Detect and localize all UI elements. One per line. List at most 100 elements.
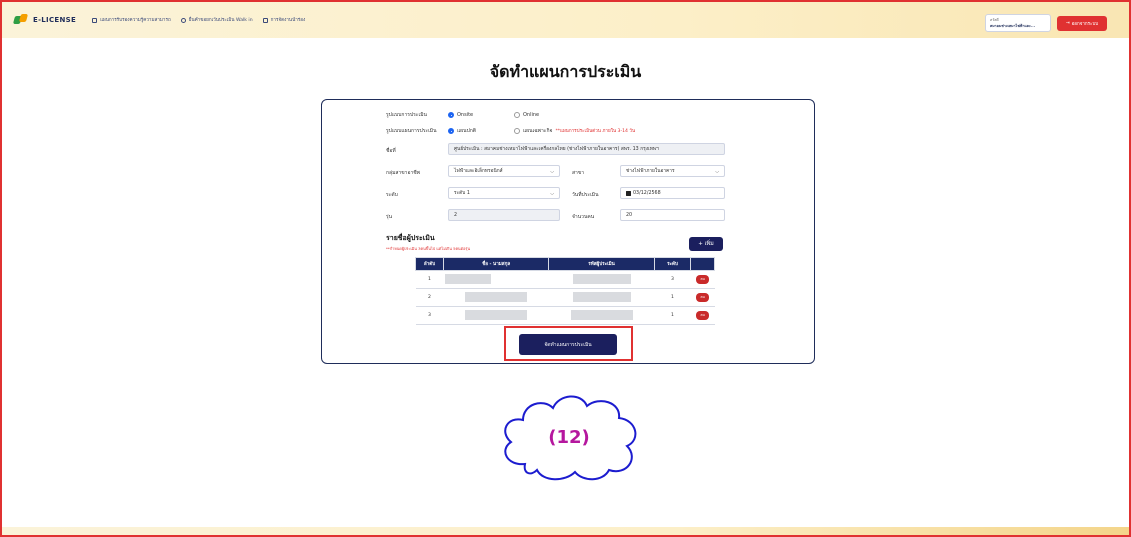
- row-action: ลบ: [690, 288, 715, 307]
- branch-select[interactable]: ช่างไฟฟ้าภายในอาคาร ⌵: [620, 165, 725, 177]
- radio-online-label: Online: [523, 112, 540, 118]
- row-no: 1: [415, 270, 444, 289]
- location-field[interactable]: ศูนย์ประเมิน : สมาคมช่างเหมาไฟฟ้าและเครื…: [448, 143, 725, 155]
- radio-onsite[interactable]: Onsite: [448, 112, 514, 118]
- row-code[interactable]: [548, 306, 655, 325]
- plan-type-note: **แผนการประเมินด่วน ภายใน 3-14 วัน: [555, 128, 636, 134]
- chevron-down-icon: ⌵: [550, 191, 554, 197]
- plan-form-card: รูปแบบการประเมิน Onsite Online รูปแบบแผน…: [321, 99, 815, 364]
- delete-button[interactable]: ลบ: [696, 311, 710, 320]
- row-level: 1: [654, 306, 691, 325]
- logout-icon: ⇥: [1065, 21, 1070, 26]
- footer-bar: [2, 527, 1129, 535]
- nav-item-label: ยื่นคำขอยกเว้นประเมิน Walk in: [188, 17, 253, 23]
- col-header-name: ชื่อ - นามสกุล: [442, 257, 550, 271]
- radio-online[interactable]: Online: [514, 112, 539, 118]
- radio-special-plan[interactable]: แผนเฉพาะกิจ: [514, 127, 552, 135]
- level-value: ระดับ 1: [454, 191, 470, 196]
- col-header-action: [690, 257, 715, 271]
- batch-row: รุ่น: [386, 213, 392, 221]
- occupation-value: ไฟฟ้าและอิเล็กทรอนิกส์: [454, 169, 503, 174]
- delete-button[interactable]: ลบ: [696, 275, 710, 284]
- col-header-code: รหัสผู้ประเมิน: [548, 257, 655, 271]
- document-icon: [92, 17, 98, 23]
- level-select[interactable]: ระดับ 1 ⌵: [448, 187, 560, 199]
- assessors-note: **กำหนดผู้ประเมิน 3คนขึ้นไป แต่ไม่เกิน 5…: [386, 246, 471, 251]
- table-header-row: ลำดับ ชื่อ - นามสกุล รหัสผู้ประเมิน ระดั…: [415, 257, 715, 271]
- calendar-icon: [262, 17, 268, 23]
- user-profile[interactable]: สวัสดี สมาคมช่างเหมาไฟฟ้าและ...: [985, 14, 1051, 32]
- plan-type-row: รูปแบบแผนการประเมิน แผนปกติ แผนเฉพาะกิจ …: [386, 127, 635, 135]
- row-name[interactable]: [443, 270, 549, 289]
- row-level: 1: [654, 288, 691, 307]
- redacted-code: [570, 309, 633, 320]
- location-label: ชื่อที่: [386, 148, 396, 154]
- radio-unchecked-icon: [514, 128, 520, 134]
- format-label: รูปแบบการประเมิน: [386, 112, 427, 118]
- location-value: ศูนย์ประเมิน : สมาคมช่างเหมาไฟฟ้าและเครื…: [454, 147, 659, 152]
- redacted-code: [572, 273, 631, 284]
- location-row: ชื่อที่: [386, 147, 396, 155]
- delete-button[interactable]: ลบ: [696, 293, 710, 302]
- occupation-row: กลุ่มสาขาอาชีพ: [386, 169, 420, 177]
- branch-label: สาขา: [572, 170, 585, 176]
- user-walk-icon: [180, 17, 186, 23]
- radio-normal-plan[interactable]: แผนปกติ: [448, 127, 514, 135]
- redacted-name: [465, 309, 528, 320]
- batch-value: 2: [454, 212, 458, 218]
- logo-text: E-LICENSE: [33, 16, 77, 24]
- callout-label: (12): [548, 426, 590, 448]
- count-row: จำนวนคน: [572, 213, 594, 221]
- level-label: ระดับ: [386, 192, 398, 198]
- redacted-name: [465, 291, 528, 302]
- row-no: 2: [415, 288, 444, 307]
- redacted-name: [445, 273, 492, 284]
- add-assessor-button[interactable]: + เพิ่ม: [689, 237, 723, 251]
- radio-checked-icon: [448, 112, 454, 118]
- nav-item-plans[interactable]: แผนการรับรองความรู้ความสามารถ: [92, 17, 171, 24]
- logout-button[interactable]: ⇥ ออกจากระบบ: [1057, 16, 1107, 31]
- batch-field[interactable]: 2: [448, 209, 560, 221]
- date-input[interactable]: 03/12/2568: [620, 187, 725, 199]
- count-input[interactable]: 20: [620, 209, 725, 221]
- assessors-title: รายชื่อผู้ประเมิน: [386, 234, 435, 242]
- nav-item-label: การจัดงานนำร่อง: [270, 17, 306, 23]
- submit-plan-button[interactable]: จัดทำแผนการประเมิน: [519, 334, 617, 355]
- main-nav: แผนการรับรองความรู้ความสามารถ ยื่นคำขอยก…: [92, 17, 315, 24]
- date-value: 03/12/2568: [633, 190, 661, 196]
- row-code[interactable]: [548, 288, 655, 307]
- table-row: 3 1 ลบ: [415, 306, 715, 325]
- col-header-level: ระดับ: [653, 257, 692, 271]
- occupation-label: กลุ่มสาขาอาชีพ: [386, 170, 420, 176]
- calendar-icon: [626, 190, 631, 196]
- table-row: 2 1 ลบ: [415, 288, 715, 307]
- nav-item-walkin[interactable]: ยื่นคำขอยกเว้นประเมิน Walk in: [180, 17, 253, 24]
- nav-item-label: แผนการรับรองความรู้ความสามารถ: [100, 17, 171, 23]
- assessors-table: ลำดับ ชื่อ - นามสกุล รหัสผู้ประเมิน ระดั…: [415, 257, 715, 325]
- chevron-down-icon: ⌵: [550, 169, 554, 175]
- occupation-select[interactable]: ไฟฟ้าและอิเล็กทรอนิกส์ ⌵: [448, 165, 560, 177]
- row-level: 3: [654, 270, 691, 289]
- col-header-no: ลำดับ: [415, 257, 444, 271]
- radio-checked-icon: [448, 128, 454, 134]
- branch-value: ช่างไฟฟ้าภายในอาคาร: [626, 169, 675, 174]
- row-name[interactable]: [443, 306, 549, 325]
- radio-unchecked-icon: [514, 112, 520, 118]
- logo-icon: [14, 14, 28, 26]
- branch-row: สาขา: [572, 169, 584, 177]
- row-name[interactable]: [443, 288, 549, 307]
- row-action: ลบ: [690, 306, 715, 325]
- count-value: 20: [626, 212, 633, 218]
- page-title: จัดทำแผนการประเมิน: [489, 62, 642, 81]
- count-label: จำนวนคน: [572, 214, 595, 220]
- user-name: สมาคมช่างเหมาไฟฟ้าและ...: [990, 24, 1036, 28]
- plan-type-label: รูปแบบแผนการประเมิน: [386, 128, 437, 134]
- logo[interactable]: E-LICENSE: [14, 14, 76, 26]
- radio-special-label: แผนเฉพาะกิจ: [523, 128, 553, 134]
- redacted-code: [572, 291, 631, 302]
- nav-item-pilot[interactable]: การจัดงานนำร่อง: [262, 17, 306, 24]
- date-row: วันที่ประเมิน: [572, 191, 599, 199]
- level-row: ระดับ: [386, 191, 398, 199]
- table-row: 1 3 ลบ: [415, 270, 715, 289]
- row-code[interactable]: [548, 270, 655, 289]
